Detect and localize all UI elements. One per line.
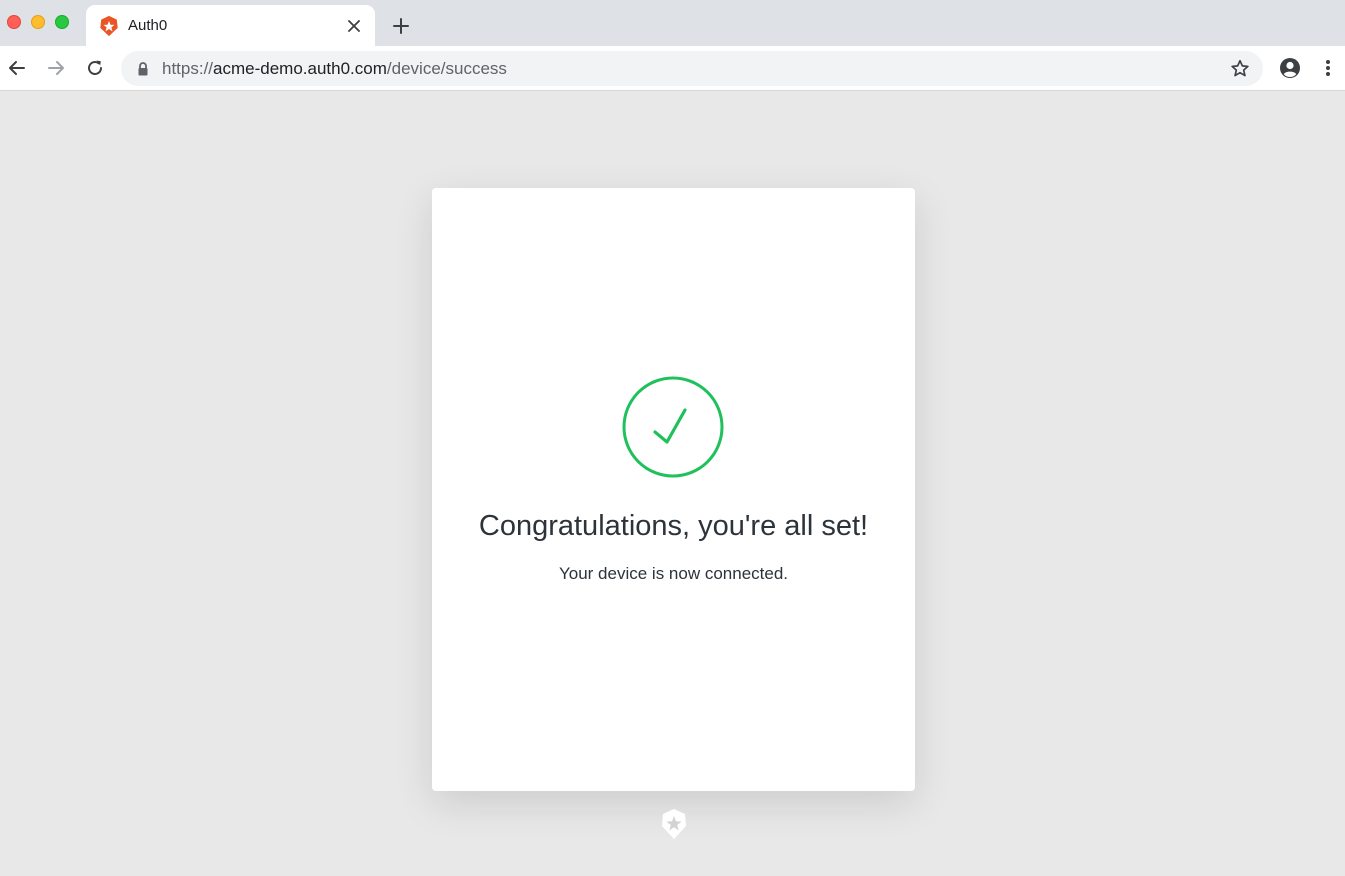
browser-tab-auth0[interactable]: Auth0 (86, 5, 375, 46)
check-circle-icon (622, 376, 724, 478)
success-card: Congratulations, you're all set! Your de… (432, 188, 915, 791)
tab-title: Auth0 (128, 17, 168, 34)
success-message: Your device is now connected. (558, 564, 789, 583)
success-heading: Congratulations, you're all set! (478, 510, 869, 542)
close-tab-icon[interactable] (344, 16, 364, 36)
lock-icon[interactable] (136, 61, 150, 77)
auth0-favicon-icon (100, 15, 118, 37)
browser-tab-strip: Auth0 (0, 0, 1345, 46)
address-bar[interactable]: https://acme-demo.auth0.com/device/succe… (121, 51, 1263, 86)
window-maximize-button[interactable] (55, 15, 69, 29)
back-arrow-icon[interactable] (5, 56, 29, 80)
forward-arrow-icon[interactable] (44, 56, 68, 80)
url-scheme: https:// (162, 59, 214, 78)
browser-toolbar: https://acme-demo.auth0.com/device/succe… (0, 46, 1345, 91)
bookmark-star-icon[interactable] (1229, 58, 1251, 80)
url-host: acme-demo.auth0.com (213, 59, 387, 78)
url-text[interactable]: https://acme-demo.auth0.com/device/succe… (162, 59, 507, 79)
auth0-logo-icon (662, 809, 686, 839)
url-path: /device/success (386, 59, 507, 78)
profile-avatar-icon[interactable] (1279, 57, 1301, 79)
window-close-button[interactable] (7, 15, 21, 29)
window-minimize-button[interactable] (31, 15, 45, 29)
browser-menu-icon[interactable] (1318, 57, 1338, 79)
reload-icon[interactable] (83, 56, 107, 80)
new-tab-plus-icon[interactable] (389, 14, 413, 38)
